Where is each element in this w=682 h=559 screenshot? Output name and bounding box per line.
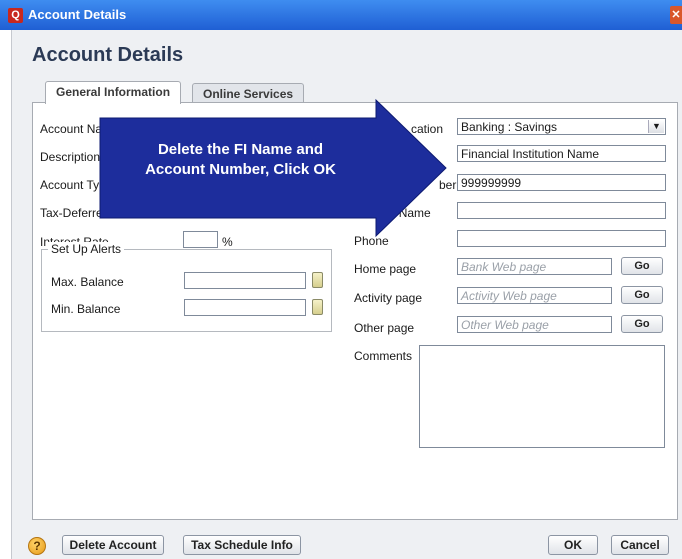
location-value: Banking : Savings bbox=[461, 120, 558, 134]
tax-deferred-label: Tax-Deferred bbox=[40, 206, 110, 220]
comments-textarea[interactable] bbox=[419, 345, 665, 448]
location-label: cation bbox=[411, 122, 444, 136]
max-balance-field[interactable] bbox=[184, 272, 306, 289]
help-icon[interactable]: ? bbox=[28, 537, 46, 555]
other-page-go-button[interactable]: Go bbox=[621, 315, 663, 333]
financial-institution-field[interactable]: Financial Institution Name bbox=[457, 145, 666, 162]
callout-text: Delete the FI Name and Account Number, C… bbox=[128, 140, 353, 180]
interest-rate-field[interactable] bbox=[183, 231, 218, 248]
max-balance-label: Max. Balance bbox=[51, 275, 124, 289]
min-balance-field[interactable] bbox=[184, 299, 306, 316]
activity-page-label: Activity page bbox=[354, 291, 423, 305]
tax-schedule-info-button[interactable]: Tax Schedule Info bbox=[183, 535, 301, 555]
close-icon[interactable]: ✕ bbox=[670, 6, 682, 24]
set-up-alerts-title: Set Up Alerts bbox=[48, 242, 125, 256]
account-number-field[interactable]: 999999999 bbox=[457, 174, 666, 191]
callout-line-2: Account Number, Click OK bbox=[145, 161, 336, 178]
dialog-body: Account Details General Information Onli… bbox=[11, 30, 682, 559]
min-balance-label: Min. Balance bbox=[51, 302, 121, 316]
callout-line-1: Delete the FI Name and bbox=[157, 141, 324, 158]
contact-name-label: Contact Name bbox=[354, 206, 431, 220]
title-bar: Q Account Details ✕ bbox=[0, 0, 682, 30]
phone-label: Phone bbox=[354, 234, 389, 248]
tax-deferred-yes-label: Yes bbox=[198, 206, 218, 220]
comments-label: Comments bbox=[354, 349, 413, 363]
other-page-label: Other page bbox=[354, 321, 415, 335]
account-name-label: Account Na bbox=[40, 122, 103, 136]
cancel-button[interactable]: Cancel bbox=[611, 535, 669, 555]
location-dropdown[interactable]: Banking : Savings ▼ bbox=[457, 118, 666, 135]
tab-general-information[interactable]: General Information bbox=[45, 81, 182, 104]
phone-field[interactable] bbox=[457, 230, 666, 247]
account-name-field[interactable] bbox=[183, 119, 332, 136]
tab-online-services[interactable]: Online Services bbox=[192, 83, 305, 104]
ok-button[interactable]: OK bbox=[548, 535, 598, 555]
set-up-alerts-group: Set Up Alerts Max. Balance Min. Balance bbox=[41, 242, 332, 332]
description-label: Description bbox=[40, 150, 101, 164]
tax-deferred-no-radio[interactable] bbox=[252, 207, 263, 218]
home-page-go-button[interactable]: Go bbox=[621, 257, 663, 275]
activity-page-go-button[interactable]: Go bbox=[621, 286, 663, 304]
other-page-field[interactable]: Other Web page bbox=[457, 316, 612, 333]
contact-name-field[interactable] bbox=[457, 202, 666, 219]
account-type-label: Account Ty bbox=[40, 178, 100, 192]
account-number-label: ber bbox=[439, 178, 457, 192]
chevron-down-icon[interactable]: ▼ bbox=[648, 120, 664, 133]
quicken-app-icon: Q bbox=[8, 8, 23, 23]
activity-page-field[interactable]: Activity Web page bbox=[457, 287, 612, 304]
percent-symbol: % bbox=[222, 235, 233, 249]
min-balance-calculator-icon[interactable] bbox=[312, 299, 323, 315]
delete-account-button[interactable]: Delete Account bbox=[62, 535, 164, 555]
tax-deferred-no-label: No bbox=[269, 206, 285, 220]
home-page-field[interactable]: Bank Web page bbox=[457, 258, 612, 275]
max-balance-calculator-icon[interactable] bbox=[312, 272, 323, 288]
window-title: Account Details bbox=[28, 7, 127, 22]
home-page-label: Home page bbox=[354, 262, 417, 276]
tax-deferred-yes-radio[interactable] bbox=[183, 207, 194, 218]
page-title: Account Details bbox=[32, 44, 184, 66]
